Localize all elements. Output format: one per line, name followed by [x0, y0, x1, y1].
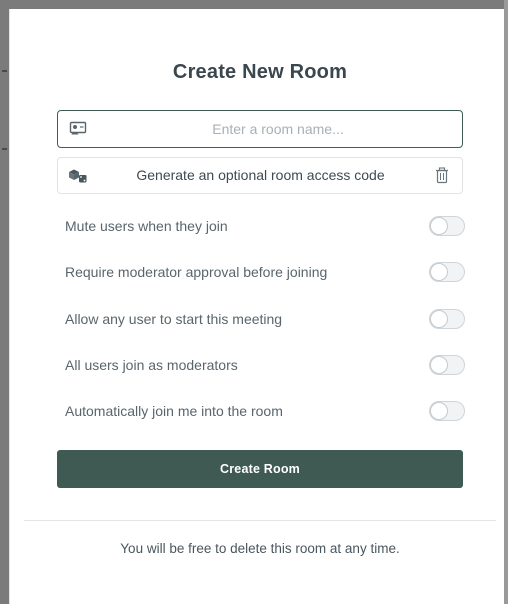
backdrop-notch	[2, 148, 7, 150]
option-anyone-can-start: Allow any user to start this meeting	[65, 309, 465, 331]
room-name-input[interactable]	[98, 111, 458, 146]
footer-note: You will be free to delete this room at …	[120, 541, 400, 556]
backdrop-notch	[2, 70, 7, 72]
toggle-knob	[430, 217, 448, 235]
backdrop-left	[0, 0, 9, 604]
create-room-modal: Create New Room Generate an optional roo…	[9, 9, 504, 604]
option-label: Require moderator approval before joinin…	[65, 264, 328, 280]
require-approval-toggle[interactable]	[429, 262, 465, 282]
all-moderators-toggle[interactable]	[429, 355, 465, 375]
footer-divider	[24, 520, 496, 521]
option-label: Allow any user to start this meeting	[65, 311, 283, 327]
room-name-field[interactable]	[57, 110, 463, 148]
option-label: Mute users when they join	[65, 218, 228, 234]
backdrop-top	[0, 0, 508, 9]
option-all-moderators: All users join as moderators	[65, 355, 465, 377]
option-require-approval: Require moderator approval before joinin…	[65, 262, 465, 284]
access-code-generator[interactable]: Generate an optional room access code	[57, 157, 463, 194]
option-mute-on-join: Mute users when they join	[65, 216, 465, 238]
toggle-knob	[430, 310, 448, 328]
create-room-button[interactable]: Create Room	[57, 450, 463, 488]
backdrop-right	[504, 0, 508, 604]
toggle-knob	[430, 263, 448, 281]
auto-join-toggle[interactable]	[429, 401, 465, 421]
dice-icon[interactable]	[68, 168, 88, 184]
toggle-knob	[430, 402, 448, 420]
trash-icon[interactable]	[435, 167, 449, 184]
anyone-can-start-toggle[interactable]	[429, 309, 465, 329]
access-code-label: Generate an optional room access code	[136, 167, 385, 183]
option-auto-join: Automatically join me into the room	[65, 401, 465, 423]
room-name-icon	[69, 121, 87, 137]
mute-on-join-toggle[interactable]	[429, 216, 465, 236]
toggle-knob	[430, 356, 448, 374]
modal-title: Create New Room	[172, 61, 348, 83]
option-label: All users join as moderators	[65, 357, 238, 373]
option-label: Automatically join me into the room	[65, 403, 283, 419]
